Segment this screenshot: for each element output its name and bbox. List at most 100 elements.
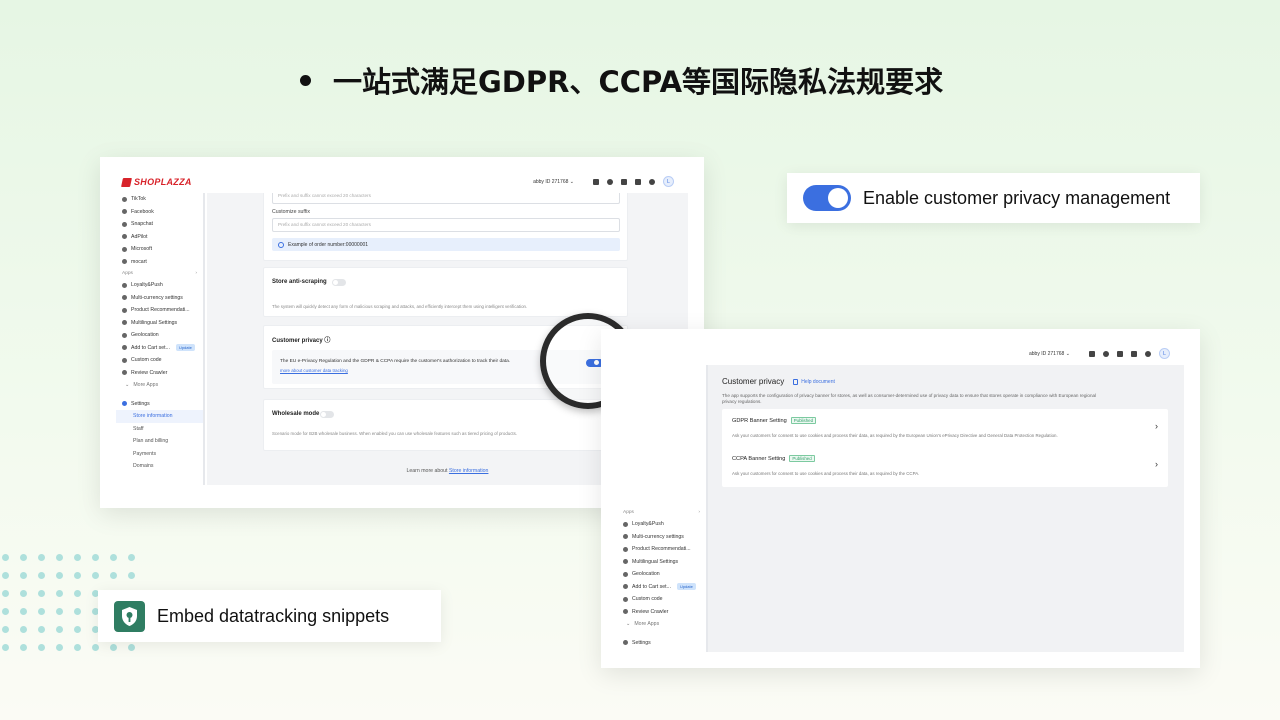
avatar[interactable]: L xyxy=(663,176,674,187)
wifi-icon[interactable] xyxy=(1145,350,1151,357)
sidebar-item-app[interactable]: Product Recommendati... xyxy=(617,543,706,556)
sidebar-item-label: Multi-currency settings xyxy=(131,294,183,301)
store-icon[interactable] xyxy=(593,178,599,185)
wifi-icon[interactable] xyxy=(649,178,655,185)
dot xyxy=(56,644,63,651)
sidebar-item-app[interactable]: Multi-currency settings xyxy=(116,292,203,305)
sidebar-item-label: Microsoft xyxy=(131,246,153,253)
sidebar-item-label: Multilingual Settings xyxy=(632,558,679,565)
shoplazza-logo: SHOPLAZZA xyxy=(121,177,192,187)
sidebar-item-settings-sub[interactable]: Payments xyxy=(116,448,203,461)
sidebar-item-label: Payments xyxy=(133,450,157,457)
privacy-link[interactable]: more about customer data tracking xyxy=(280,368,348,373)
sidebar-item-label: Geolocation xyxy=(632,571,660,578)
avatar[interactable]: L xyxy=(1159,348,1170,359)
sidebar-item-settings[interactable]: Settings xyxy=(116,398,203,411)
dot xyxy=(56,572,63,579)
sidebar-item-settings-sub[interactable]: Staff xyxy=(116,423,203,436)
dot xyxy=(74,590,81,597)
dot xyxy=(38,572,45,579)
app-icon xyxy=(623,571,628,577)
sidebar-item-app[interactable]: Custom code xyxy=(116,354,203,367)
store-icon[interactable] xyxy=(1089,350,1095,357)
app-icon xyxy=(122,246,127,252)
sidebar-item-channel[interactable]: AdPilot xyxy=(116,231,203,244)
sidebar-item-app[interactable]: Add to Cart set... Update xyxy=(116,342,203,355)
sidebar-item-channel[interactable]: mocart xyxy=(116,256,203,269)
app-icon xyxy=(122,259,127,265)
suffix-input[interactable]: Prefix and suffix cannot exceed 20 chara… xyxy=(272,218,620,232)
anti-scraping-card: Store anti-scraping The system will quic… xyxy=(263,267,628,317)
app-icon xyxy=(623,521,628,527)
help-icon[interactable] xyxy=(607,178,613,185)
sidebar-item-settings-sub[interactable]: Store information xyxy=(116,410,203,423)
sidebar-item-app[interactable]: Multilingual Settings xyxy=(617,556,706,569)
sidebar-item-app[interactable]: Multi-currency settings xyxy=(617,531,706,544)
gdpr-banner-row[interactable]: GDPR Banner Setting Published Ask your cu… xyxy=(722,409,1168,447)
sidebar-item-channel[interactable]: Facebook xyxy=(116,206,203,219)
sidebar: TikTok Facebook Snapchat AdPilot Microsoft mo… xyxy=(116,193,205,485)
wholesale-toggle[interactable] xyxy=(320,411,334,418)
app-icon xyxy=(623,546,628,552)
dot xyxy=(38,626,45,633)
sidebar-item-label: Loyalty&Push xyxy=(632,521,664,528)
dot xyxy=(2,608,9,615)
app-icon xyxy=(122,332,127,338)
page-title: Customer privacy Help document xyxy=(722,377,835,386)
order-example-info: Example of order number:00000001 xyxy=(272,238,620,251)
store-info-link[interactable]: Store information xyxy=(449,468,489,474)
sidebar-item-channel[interactable]: TikTok xyxy=(116,193,203,206)
sidebar-item-app[interactable]: Custom code xyxy=(617,593,706,606)
sidebar-item-label: Review Crawler xyxy=(131,369,168,376)
more-apps-link[interactable]: ⌄ More Apps xyxy=(116,379,203,392)
help-icon[interactable] xyxy=(1103,350,1109,357)
ccpa-banner-row[interactable]: CCPA Banner Setting Published Ask your cu… xyxy=(722,447,1168,485)
sidebar-item-label: TikTok xyxy=(131,196,146,203)
sidebar-item-label: Loyalty&Push xyxy=(131,282,163,289)
dot xyxy=(128,644,135,651)
bell-icon[interactable] xyxy=(621,178,627,185)
sidebar-item-app[interactable]: Review Crawler xyxy=(617,606,706,619)
sidebar-item-settings[interactable]: Settings xyxy=(617,637,706,650)
sidebar-item-app[interactable]: Loyalty&Push xyxy=(617,518,706,531)
user-menu[interactable]: abby ID 271768 ⌄ xyxy=(533,179,574,185)
sidebar-item-label: Product Recommendati... xyxy=(632,546,691,553)
dot xyxy=(74,572,81,579)
dot xyxy=(2,644,9,651)
dot xyxy=(38,608,45,615)
prefix-input[interactable]: Prefix and suffix cannot exceed 20 chara… xyxy=(272,193,620,204)
dot xyxy=(56,608,63,615)
sidebar-item-channel[interactable]: Snapchat xyxy=(116,218,203,231)
sidebar-item-app[interactable]: Review Crawler xyxy=(116,367,203,380)
app-icon xyxy=(122,234,127,240)
dot xyxy=(92,572,99,579)
app-icon xyxy=(122,196,127,202)
sidebar-item-app[interactable]: Loyalty&Push xyxy=(116,279,203,292)
chevron-right-icon: › xyxy=(1155,421,1158,431)
message-icon[interactable] xyxy=(1131,350,1137,357)
privacy-toggle[interactable] xyxy=(803,185,851,211)
callout-embed-text: Embed datatracking snippets xyxy=(157,605,390,626)
sidebar-item-app[interactable]: Geolocation xyxy=(617,568,706,581)
sidebar-item-label: Product Recommendati... xyxy=(131,307,190,314)
bell-icon[interactable] xyxy=(1117,350,1123,357)
sidebar-item-app[interactable]: Multilingual Settings xyxy=(116,317,203,330)
sidebar-item-app[interactable]: Add to Cart set... Update xyxy=(617,581,706,594)
more-apps-link[interactable]: ⌄ More Apps xyxy=(617,618,706,631)
sidebar-item-app[interactable]: Geolocation xyxy=(116,329,203,342)
top-icons: L xyxy=(1089,348,1170,359)
sidebar-item-channel[interactable]: Microsoft xyxy=(116,243,203,256)
chevron-right-icon: › xyxy=(1155,459,1158,469)
sidebar-item-app[interactable]: Product Recommendati... xyxy=(116,304,203,317)
message-icon[interactable] xyxy=(635,178,641,185)
user-menu[interactable]: abby ID 271768 ⌄ xyxy=(1029,351,1070,357)
dot xyxy=(20,572,27,579)
help-document-link[interactable]: Help document xyxy=(793,378,835,385)
anti-scraping-toggle[interactable] xyxy=(332,279,346,286)
sidebar-item-settings-sub[interactable]: Domains xyxy=(116,460,203,473)
sidebar-item-label: Review Crawler xyxy=(632,608,669,615)
dot xyxy=(56,554,63,561)
sidebar-item-label: mocart xyxy=(131,258,147,265)
app-icon xyxy=(122,282,127,288)
sidebar-item-settings-sub[interactable]: Plan and billing xyxy=(116,435,203,448)
